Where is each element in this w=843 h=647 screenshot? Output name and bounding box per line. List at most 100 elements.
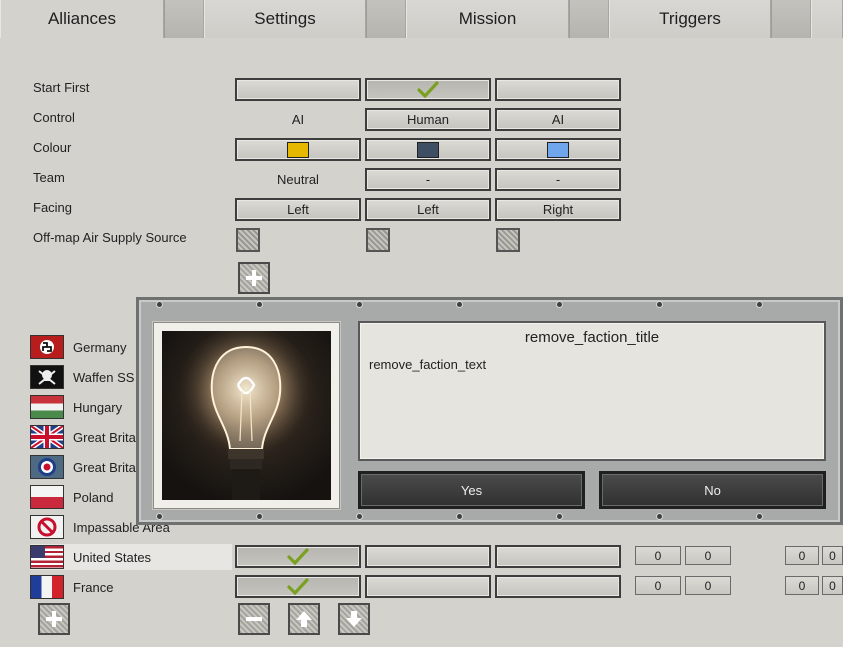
rivet xyxy=(657,302,662,307)
uk-flag-icon xyxy=(30,425,64,449)
control-button-2[interactable]: Human xyxy=(365,108,491,131)
tab-partial[interactable] xyxy=(811,0,843,38)
number-field[interactable]: 0 xyxy=(822,576,843,595)
tab-alliances-label: Alliances xyxy=(47,9,117,28)
number-field[interactable]: 0 xyxy=(635,576,681,595)
facing-label: Facing xyxy=(33,200,73,215)
number-field[interactable]: 0 xyxy=(785,546,819,565)
colour-button-2[interactable] xyxy=(365,138,491,161)
facing-value-1: Left xyxy=(287,202,309,217)
facing-value-3: Right xyxy=(542,202,574,217)
air-supply-label: Off-map Air Supply Source xyxy=(33,230,187,245)
number-value: 0 xyxy=(798,578,806,593)
lightbulb-photo xyxy=(153,322,340,509)
start-first-button-1[interactable] xyxy=(235,78,361,101)
tab-settings[interactable]: Settings xyxy=(204,0,366,38)
rivet xyxy=(257,514,262,519)
air-supply-checkbox-2[interactable] xyxy=(366,228,390,252)
add-faction-button[interactable] xyxy=(38,603,70,635)
control-button-3[interactable]: AI xyxy=(495,108,621,131)
rivet xyxy=(757,302,762,307)
facing-button-1[interactable]: Left xyxy=(235,198,361,221)
tab-triggers[interactable]: Triggers xyxy=(609,0,771,38)
team-button-2[interactable]: - xyxy=(365,168,491,191)
colour-swatch xyxy=(547,141,569,158)
yes-label: Yes xyxy=(460,482,483,498)
add-column-button[interactable] xyxy=(238,262,270,294)
control-value-1: AI xyxy=(291,112,305,127)
faction-name: Germany xyxy=(73,339,127,355)
tab-spacer xyxy=(569,0,609,38)
number-value: 0 xyxy=(654,548,662,563)
number-value: 0 xyxy=(704,578,712,593)
start-first-button-3[interactable] xyxy=(495,78,621,101)
team-button-3[interactable]: - xyxy=(495,168,621,191)
rivet xyxy=(157,302,162,307)
move-down-button[interactable] xyxy=(338,603,370,635)
plus-icon xyxy=(246,270,262,286)
start-first-button-2[interactable] xyxy=(365,78,491,101)
faction-name: Waffen SS xyxy=(73,369,135,385)
colour-swatch xyxy=(287,141,309,158)
colour-label: Colour xyxy=(33,140,72,155)
france-column-2-button[interactable] xyxy=(365,575,491,598)
rivet xyxy=(457,514,462,519)
france-start-first-button[interactable] xyxy=(235,575,361,598)
number-field[interactable]: 0 xyxy=(685,576,731,595)
remove-faction-dialog: remove_faction_title remove_faction_text… xyxy=(136,297,843,525)
colour-button-1[interactable] xyxy=(235,138,361,161)
faction-name: Poland xyxy=(73,489,114,505)
tab-alliances[interactable]: Alliances xyxy=(0,0,164,38)
lightbulb-image xyxy=(162,331,331,500)
number-field[interactable]: 0 xyxy=(785,576,819,595)
faction-name: Great Brita xyxy=(73,459,136,475)
us-start-first-button[interactable] xyxy=(235,545,361,568)
plus-icon xyxy=(46,611,62,627)
facing-button-3[interactable]: Right xyxy=(495,198,621,221)
number-field[interactable]: 0 xyxy=(635,546,681,565)
colour-button-3[interactable] xyxy=(495,138,621,161)
remove-faction-button[interactable] xyxy=(238,603,270,635)
team-value-3: - xyxy=(555,172,561,187)
control-label: Control xyxy=(33,110,75,125)
us-column-2-button[interactable] xyxy=(365,545,491,568)
number-value: 0 xyxy=(829,578,836,593)
france-column-3-button[interactable] xyxy=(495,575,621,598)
us-column-3-button[interactable] xyxy=(495,545,621,568)
number-value: 0 xyxy=(654,578,662,593)
faction-france[interactable]: France xyxy=(30,574,230,600)
number-value: 0 xyxy=(704,548,712,563)
us-flag-icon xyxy=(30,545,64,569)
team-value-1: Neutral xyxy=(277,172,319,187)
number-field[interactable]: 0 xyxy=(822,546,843,565)
raf-roundel-icon xyxy=(30,455,64,479)
number-field[interactable]: 0 xyxy=(685,546,731,565)
team-value-2: - xyxy=(425,172,431,187)
yes-button[interactable]: Yes xyxy=(358,471,585,509)
waffen-ss-flag-icon xyxy=(30,365,64,389)
rivet xyxy=(357,302,362,307)
rivet xyxy=(557,302,562,307)
control-value-2: Human xyxy=(407,112,449,127)
arrow-down-icon xyxy=(346,611,362,627)
checkmark-icon xyxy=(287,577,309,595)
germany-flag-icon xyxy=(30,335,64,359)
rivet xyxy=(757,514,762,519)
control-value-3: AI xyxy=(551,112,565,127)
facing-button-2[interactable]: Left xyxy=(365,198,491,221)
rivet xyxy=(557,514,562,519)
no-button[interactable]: No xyxy=(599,471,826,509)
faction-name: United States xyxy=(73,549,152,565)
arrow-up-icon xyxy=(296,611,312,627)
move-up-button[interactable] xyxy=(288,603,320,635)
rivet xyxy=(657,514,662,519)
team-label: Team xyxy=(33,170,65,185)
air-supply-checkbox-1[interactable] xyxy=(236,228,260,252)
start-first-label: Start First xyxy=(33,80,90,95)
checkmark-icon xyxy=(417,80,439,98)
tab-triggers-label: Triggers xyxy=(659,9,721,28)
faction-united-states[interactable]: United States xyxy=(30,544,232,570)
tab-mission[interactable]: Mission xyxy=(406,0,569,38)
number-value: 0 xyxy=(798,548,806,563)
air-supply-checkbox-3[interactable] xyxy=(496,228,520,252)
